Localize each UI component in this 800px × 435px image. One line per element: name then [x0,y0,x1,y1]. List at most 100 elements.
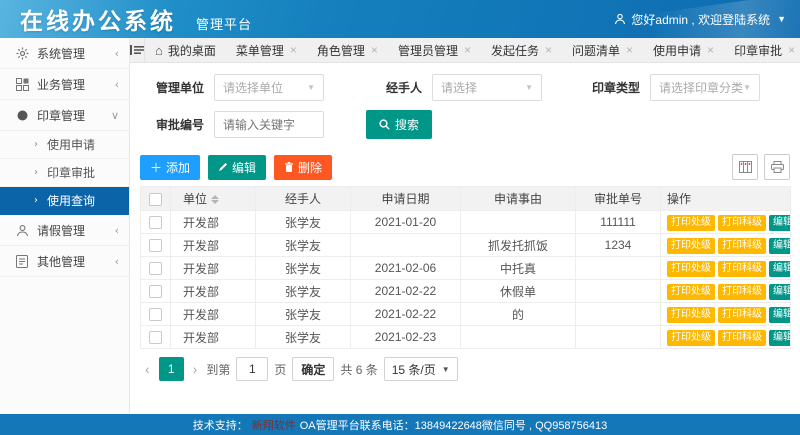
table-row: 开发部张学友2021-02-06中托真打印处级打印科级编辑 [141,257,791,280]
row-action-打印处级[interactable]: 打印处级 [667,215,715,231]
tab-label: 管理员管理 [398,42,458,59]
collapse-menu-icon[interactable] [130,38,145,62]
row-action-编辑[interactable]: 编辑 [769,307,791,323]
unit-select[interactable]: 请选择单位 ▼ [214,74,324,101]
table-row: 开发部张学友2021-02-22的打印处级打印科级编辑 [141,303,791,326]
row-action-编辑[interactable]: 编辑 [769,238,791,254]
cell-reason: 中托真 [461,257,576,280]
tab-使用申请[interactable]: 使用申请 × [643,38,724,62]
row-action-打印处级[interactable]: 打印处级 [667,284,715,300]
sidebar-subitem-使用查询[interactable]: ›使用查询 [0,187,129,215]
row-checkbox[interactable] [149,239,162,252]
page: 在线办公系统 管理平台 您好admin , 欢迎登陆系统 ▼ 系统管理‹业务管理… [0,0,800,435]
row-action-编辑[interactable]: 编辑 [769,215,791,231]
row-action-打印科级[interactable]: 打印科级 [718,215,766,231]
row-action-打印处级[interactable]: 打印处级 [667,330,715,346]
row-action-打印科级[interactable]: 打印科级 [718,261,766,277]
next-page-icon[interactable]: › [190,361,201,377]
print-icon[interactable] [764,154,790,180]
cell-actions: 打印处级打印科级编辑 [661,211,791,234]
vendor-name: 新翔软件 [252,417,296,433]
sidebar-item-label: 请假管理 [37,222,115,239]
row-action-打印科级[interactable]: 打印科级 [718,330,766,346]
cell-reason: 的 [461,303,576,326]
close-icon[interactable]: × [545,43,552,57]
goto-page-input[interactable] [236,357,268,381]
seal-type-select[interactable]: 请选择印章分类 ▼ [650,74,760,101]
sidebar-item-业务管理[interactable]: 业务管理‹ [0,69,129,100]
row-action-编辑[interactable]: 编辑 [769,261,791,277]
chevron-down-icon: ▼ [307,83,315,92]
results-table: 单位经手人申请日期申请事由审批单号操作 开发部张学友2021-01-201111… [140,186,791,349]
cell-actions: 打印处级打印科级编辑 [661,257,791,280]
search-button[interactable]: 搜索 [366,110,432,139]
close-icon[interactable]: × [371,43,378,57]
cell-unit: 开发部 [171,326,256,349]
add-button-label: 添加 [166,159,190,176]
tab-角色管理[interactable]: 角色管理× [307,38,388,62]
chevron-down-icon: ∨ [111,109,119,122]
sidebar-item-其他管理[interactable]: 其他管理‹ [0,246,129,277]
columns-toggle-icon[interactable] [732,154,758,180]
sidebar-subitem-使用申请[interactable]: ›使用申请 [0,131,129,159]
edit-button[interactable]: 编辑 [208,155,266,180]
row-checkbox[interactable] [149,331,162,344]
row-action-打印处级[interactable]: 打印处级 [667,261,715,277]
row-checkbox[interactable] [149,285,162,298]
tab-我的桌面[interactable]: ⌂我的桌面 [145,38,226,62]
tab-label: 印章审批 [734,42,782,59]
row-action-打印处级[interactable]: 打印处级 [667,238,715,254]
sidebar-item-系统管理[interactable]: 系统管理‹ [0,38,129,69]
column-header-申请日期: 申请日期 [351,187,461,211]
cell-actions: 打印处级打印科级编辑 [661,303,791,326]
tab-发起任务[interactable]: 发起任务× [481,38,562,62]
approval-no-input[interactable] [214,111,324,138]
handler-select-value: 请选择 [441,79,477,96]
row-checkbox[interactable] [149,262,162,275]
user-menu[interactable]: 您好admin , 欢迎登陆系统 ▼ [614,11,786,28]
cell-date: 2021-02-22 [351,280,461,303]
cell-reason [461,211,576,234]
row-action-打印科级[interactable]: 打印科级 [718,284,766,300]
row-action-打印处级[interactable]: 打印处级 [667,307,715,323]
gear-icon [15,46,29,60]
close-icon[interactable]: × [626,43,633,57]
sidebar-item-印章管理[interactable]: 印章管理∨ [0,100,129,131]
row-action-编辑[interactable]: 编辑 [769,330,791,346]
goto-confirm-button[interactable]: 确定 [292,357,334,381]
page-size-select[interactable]: 15 条/页 ▼ [384,357,458,381]
row-action-打印科级[interactable]: 打印科级 [718,307,766,323]
tab-菜单管理[interactable]: 菜单管理× [226,38,307,62]
pencil-icon [218,162,228,172]
row-checkbox[interactable] [149,308,162,321]
sidebar-subitem-印章审批[interactable]: ›印章审批 [0,159,129,187]
select-all-checkbox[interactable] [149,193,162,206]
tab-问题清单[interactable]: 问题清单× [562,38,643,62]
tab-管理员管理[interactable]: 管理员管理 × [388,38,481,62]
sidebar-item-label: 印章管理 [37,107,111,124]
add-button[interactable]: ＋ 添加 [140,155,200,180]
sidebar-item-label: 系统管理 [37,45,115,62]
chevron-right-icon: › [34,195,38,206]
tab-label: 使用申请 [653,42,701,59]
sidebar-subitem-label: 使用申请 [47,136,95,153]
delete-button[interactable]: 删除 [274,155,332,180]
tab-印章审批[interactable]: 印章审批 × [724,38,800,62]
row-action-打印科级[interactable]: 打印科级 [718,238,766,254]
row-select-cell [141,257,171,280]
support-label: 技术支持： [193,417,248,433]
handler-select[interactable]: 请选择 ▼ [432,74,542,101]
row-checkbox[interactable] [149,216,162,229]
sidebar-item-请假管理[interactable]: 请假管理‹ [0,215,129,246]
row-action-编辑[interactable]: 编辑 [769,284,791,300]
prev-page-icon[interactable]: ‹ [142,361,153,377]
cell-handler: 张学友 [256,326,351,349]
page-number-current[interactable]: 1 [159,357,184,381]
column-header-经手人: 经手人 [256,187,351,211]
sort-icon[interactable] [211,195,219,204]
close-icon[interactable]: × [290,43,297,57]
close-icon[interactable]: × [788,43,795,57]
chevron-down-icon: ▼ [777,14,786,24]
close-icon[interactable]: × [464,43,471,57]
close-icon[interactable]: × [707,43,714,57]
